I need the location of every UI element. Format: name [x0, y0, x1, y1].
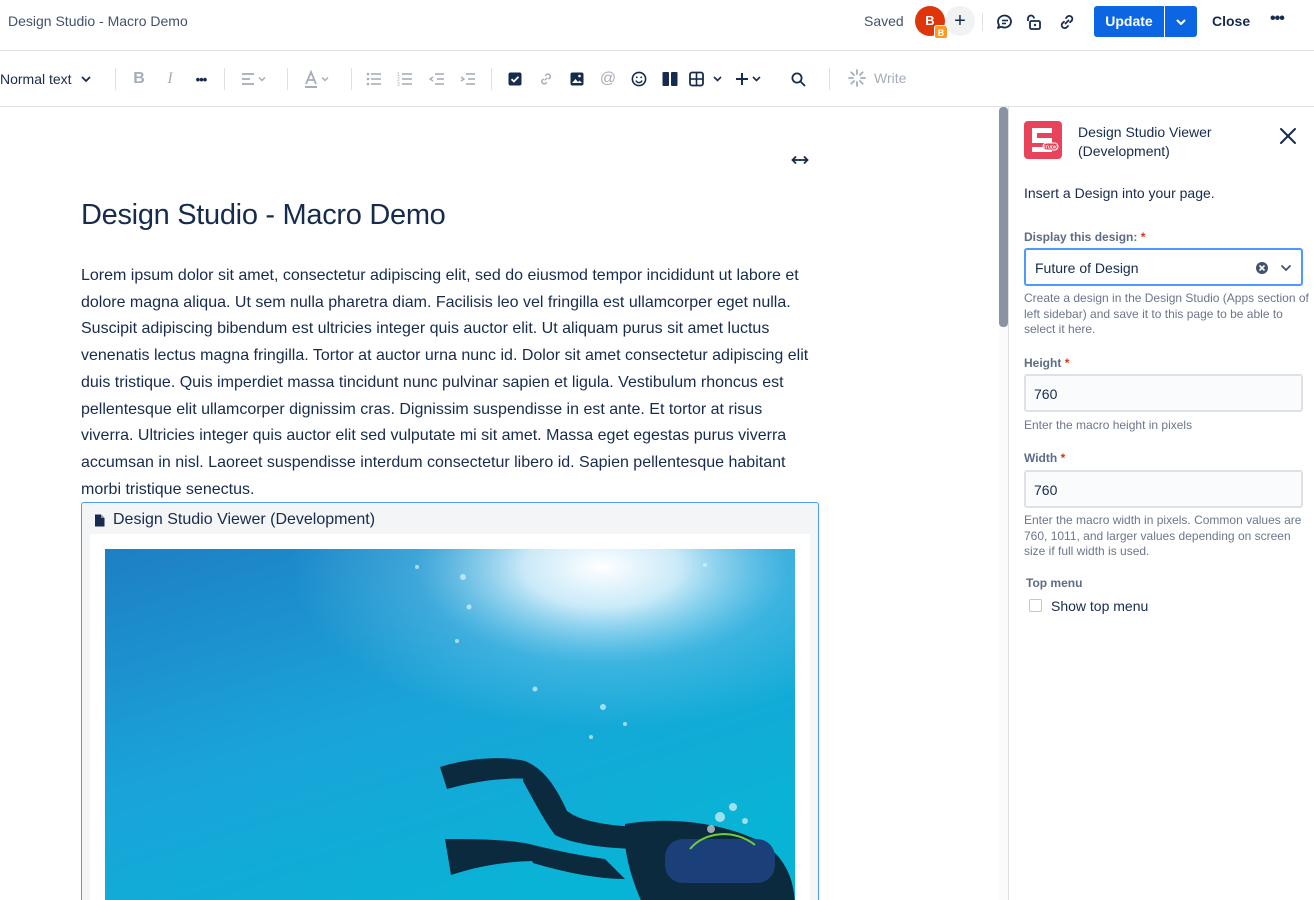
top-menu-label: Top menu [1026, 576, 1083, 590]
sparkle-icon [848, 69, 866, 87]
macro-body [90, 534, 810, 900]
saved-status: Saved [864, 13, 904, 29]
action-item-icon[interactable] [506, 67, 524, 91]
body-paragraph[interactable]: Lorem ipsum dolor sit amet, consectetur … [81, 263, 819, 503]
show-top-menu-checkbox[interactable] [1029, 599, 1042, 612]
close-button[interactable]: Close [1212, 13, 1250, 29]
design-select[interactable]: Future of Design [1024, 248, 1303, 286]
clear-icon[interactable] [1255, 261, 1269, 275]
divider [982, 13, 983, 31]
divider [351, 68, 352, 90]
height-input[interactable]: 760 [1024, 374, 1303, 412]
indent-icon[interactable] [459, 67, 477, 91]
write-label: Write [874, 70, 907, 86]
design-studio-logo-icon: STUDIO [1024, 121, 1062, 159]
width-label-text: Width [1024, 451, 1058, 465]
macro-config-panel: STUDIO Design Studio Viewer (Development… [1008, 107, 1314, 900]
chevron-down-icon [81, 76, 90, 83]
design-image [105, 549, 795, 900]
divider [287, 68, 288, 90]
layouts-icon[interactable] [661, 67, 679, 91]
text-style-dropdown[interactable]: Normal text [0, 71, 92, 87]
text-style-label: Normal text [0, 71, 72, 87]
chevron-down-icon[interactable] [1279, 261, 1293, 275]
display-design-label: Display this design: * [1024, 230, 1145, 244]
chevron-down-icon [1176, 19, 1186, 25]
width-label: Width * [1024, 451, 1065, 465]
page-title[interactable]: Design Studio - Macro Demo [81, 199, 446, 232]
width-help: Enter the macro width in pixels. Common … [1024, 513, 1302, 558]
height-label: Height * [1024, 356, 1069, 370]
update-options-button[interactable] [1165, 6, 1197, 37]
more-formatting-icon[interactable]: ••• [191, 67, 211, 91]
expand-width-icon[interactable] [790, 153, 810, 172]
comment-icon[interactable] [993, 10, 1017, 34]
unlock-icon[interactable] [1022, 10, 1046, 34]
divider [829, 68, 830, 90]
svg-text:3: 3 [397, 82, 400, 86]
italic-icon[interactable]: I [162, 67, 178, 91]
macro-title: Design Studio Viewer (Development) [113, 511, 376, 528]
insert-icon[interactable] [734, 67, 764, 91]
numbered-list-icon[interactable]: 123 [396, 67, 414, 91]
required-marker: * [1064, 356, 1070, 370]
link-icon[interactable] [1055, 10, 1079, 34]
display-design-label-text: Display this design: [1024, 230, 1138, 244]
scrollbar-thumb[interactable] [999, 107, 1008, 327]
link-icon[interactable] [537, 67, 555, 91]
close-icon[interactable] [1277, 125, 1299, 147]
design-select-value: Future of Design [1035, 260, 1139, 276]
display-design-help: Create a design in the Design Studio (Ap… [1024, 291, 1309, 336]
search-icon[interactable] [789, 67, 807, 91]
divider [491, 68, 492, 90]
height-label-text: Height [1024, 356, 1062, 370]
divider [115, 68, 116, 90]
write-button[interactable]: Write [848, 69, 906, 87]
design-studio-macro[interactable]: Design Studio Viewer (Development) [81, 502, 819, 900]
document-icon [95, 514, 105, 526]
top-bar: Design Studio - Macro Demo Saved B B + U… [0, 0, 1314, 44]
more-icon[interactable]: ••• [1270, 10, 1285, 28]
show-top-menu-label[interactable]: Show top menu [1051, 598, 1148, 614]
emoji-icon[interactable] [630, 67, 648, 91]
outdent-icon[interactable] [428, 67, 446, 91]
align-icon[interactable] [240, 67, 270, 91]
text-color-icon[interactable] [303, 67, 335, 91]
editor-toolbar: Normal text B I ••• 123 @ Write [0, 51, 1314, 107]
panel-intro: Insert a Design into your page. [1024, 185, 1215, 201]
add-collaborator-button[interactable]: + [945, 6, 975, 36]
divider [224, 68, 225, 90]
bold-icon[interactable]: B [130, 67, 148, 91]
table-icon[interactable] [689, 67, 727, 91]
image-icon[interactable] [568, 67, 586, 91]
editor-canvas[interactable]: Design Studio - Macro Demo Lorem ipsum d… [0, 107, 1000, 900]
document-title: Design Studio - Macro Demo [8, 13, 188, 29]
bullet-list-icon[interactable] [365, 67, 383, 91]
panel-title: Design Studio Viewer (Development) [1078, 124, 1212, 159]
macro-header: Design Studio Viewer (Development) [94, 511, 375, 529]
update-button[interactable]: Update [1094, 6, 1164, 37]
height-help: Enter the macro height in pixels [1024, 418, 1193, 432]
required-marker: * [1060, 451, 1066, 465]
width-input[interactable]: 760 [1024, 470, 1303, 508]
mention-icon[interactable]: @ [599, 67, 617, 91]
required-marker: * [1140, 230, 1146, 244]
logo-text: STUDIO [1043, 144, 1060, 149]
